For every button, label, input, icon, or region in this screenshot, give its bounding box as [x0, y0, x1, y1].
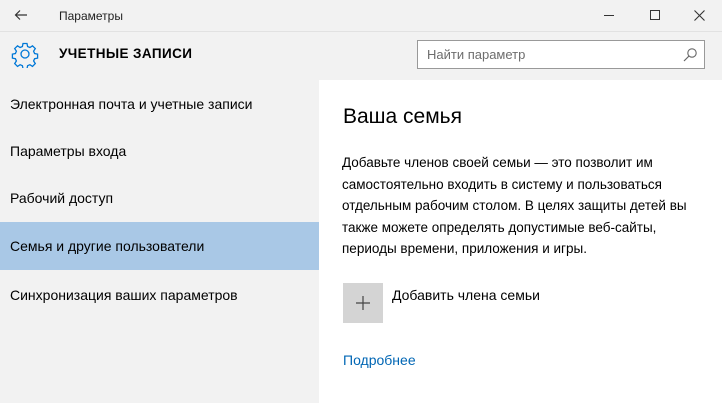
sidebar-item-sync-settings[interactable]: Синхронизация ваших параметров [0, 271, 319, 319]
back-arrow-icon [14, 10, 27, 20]
title-bar: Параметры [0, 0, 722, 32]
section-title: УЧЕТНЫЕ ЗАПИСИ [59, 46, 193, 61]
gear-icon [11, 42, 39, 68]
search-input[interactable] [418, 41, 673, 68]
page-title: Ваша семья [343, 105, 462, 128]
sidebar-item-label: Рабочий доступ [10, 190, 114, 206]
minimize-button[interactable] [586, 0, 632, 30]
sidebar-item-sign-in-options[interactable]: Параметры входа [0, 127, 319, 175]
maximize-icon [650, 10, 660, 20]
plus-icon [356, 296, 370, 310]
search-box[interactable] [417, 40, 705, 69]
main-content: Ваша семья Добавьте членов своей семьи —… [319, 80, 722, 403]
minimize-icon [604, 14, 614, 16]
add-family-member-button[interactable] [343, 283, 383, 323]
sidebar-item-email-accounts[interactable]: Электронная почта и учетные записи [0, 80, 319, 128]
sidebar-item-family-other-users[interactable]: Семья и другие пользователи [0, 222, 319, 270]
sidebar-item-label: Параметры входа [10, 143, 127, 159]
search-icon[interactable] [682, 47, 698, 63]
sidebar-item-label: Синхронизация ваших параметров [10, 287, 238, 303]
close-icon [693, 9, 705, 21]
window-title: Параметры [59, 9, 123, 23]
more-info-link[interactable]: Подробнее [343, 352, 416, 368]
maximize-button[interactable] [632, 0, 678, 30]
sidebar-item-work-access[interactable]: Рабочий доступ [0, 174, 319, 222]
sidebar: Электронная почта и учетные записи Парам… [0, 80, 319, 403]
sidebar-item-label: Электронная почта и учетные записи [10, 96, 253, 112]
add-family-member-label[interactable]: Добавить члена семьи [392, 287, 540, 303]
page-header: УЧЕТНЫЕ ЗАПИСИ [0, 32, 722, 80]
family-description: Добавьте членов своей семьи — это позвол… [342, 155, 687, 256]
sidebar-item-label: Семья и другие пользователи [10, 238, 205, 254]
back-button[interactable] [6, 2, 36, 28]
close-button[interactable] [676, 0, 722, 30]
